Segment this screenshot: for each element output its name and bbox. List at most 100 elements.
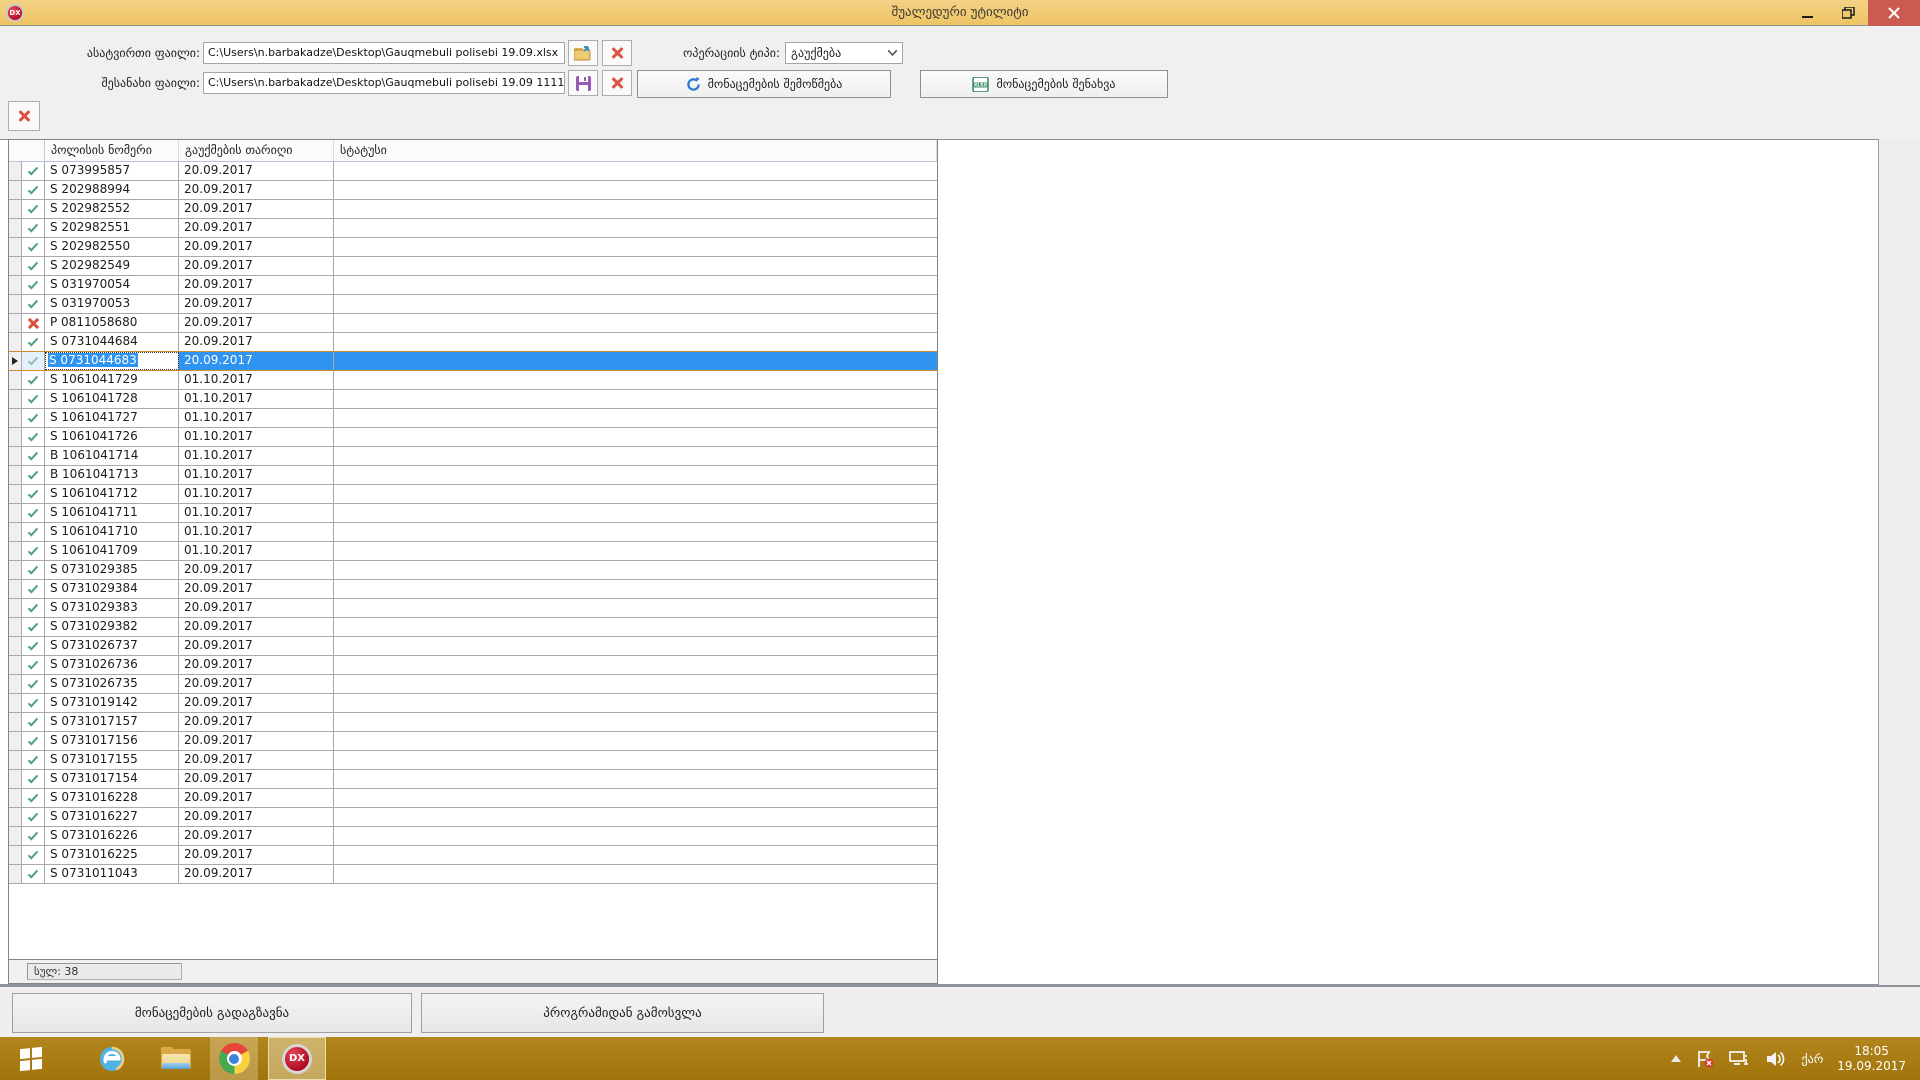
status-cell[interactable] <box>334 200 937 218</box>
policy-number-cell[interactable]: S 202982552 <box>45 200 179 218</box>
status-cell[interactable] <box>334 314 937 332</box>
table-row[interactable]: S 03197005420.09.2017 <box>9 276 937 295</box>
action-center-flag-icon[interactable] <box>1695 1049 1715 1069</box>
status-cell[interactable] <box>334 409 937 427</box>
policy-number-cell[interactable]: S 0731029382 <box>45 618 179 636</box>
status-cell[interactable] <box>334 580 937 598</box>
cancel-date-cell[interactable]: 01.10.2017 <box>179 504 334 522</box>
cancel-date-cell[interactable]: 20.09.2017 <box>179 257 334 275</box>
policy-number-cell[interactable]: S 202982551 <box>45 219 179 237</box>
status-cell[interactable] <box>334 390 937 408</box>
status-cell[interactable] <box>334 295 937 313</box>
status-cell[interactable] <box>334 637 937 655</box>
cancel-date-cell[interactable]: 01.10.2017 <box>179 523 334 541</box>
table-row[interactable]: S 073101104320.09.2017 <box>9 865 937 884</box>
cancel-date-cell[interactable]: 20.09.2017 <box>179 694 334 712</box>
table-row[interactable]: S 106104171001.10.2017 <box>9 523 937 542</box>
policy-number-cell[interactable]: S 1061041711 <box>45 504 179 522</box>
status-cell[interactable] <box>334 599 937 617</box>
status-cell[interactable] <box>334 162 937 180</box>
policy-number-cell[interactable]: S 0731029383 <box>45 599 179 617</box>
cancel-date-cell[interactable]: 01.10.2017 <box>179 409 334 427</box>
status-cell[interactable] <box>334 656 937 674</box>
cancel-date-cell[interactable]: 20.09.2017 <box>179 200 334 218</box>
cancel-date-cell[interactable]: 20.09.2017 <box>179 713 334 731</box>
cancel-date-cell[interactable]: 20.09.2017 <box>179 675 334 693</box>
policy-number-cell[interactable]: S 202982550 <box>45 238 179 256</box>
policy-number-cell[interactable]: S 073995857 <box>45 162 179 180</box>
taskbar-item-chrome[interactable] <box>210 1037 258 1080</box>
table-row[interactable]: S 073101914220.09.2017 <box>9 694 937 713</box>
table-row[interactable]: S 073101715420.09.2017 <box>9 770 937 789</box>
status-cell[interactable] <box>334 694 937 712</box>
exit-program-button[interactable]: პროგრამიდან გამოსვლა <box>421 993 824 1033</box>
cancel-date-cell[interactable]: 20.09.2017 <box>179 580 334 598</box>
table-row[interactable]: S 073104468420.09.2017 <box>9 333 937 352</box>
table-row[interactable]: S 073101715620.09.2017 <box>9 732 937 751</box>
status-cell[interactable] <box>334 827 937 845</box>
policy-number-cell[interactable]: S 0731011043 <box>45 865 179 883</box>
table-row[interactable]: S 106104172701.10.2017 <box>9 409 937 428</box>
policy-number-cell[interactable]: S 031970054 <box>45 276 179 294</box>
cancel-date-cell[interactable]: 20.09.2017 <box>179 618 334 636</box>
status-cell[interactable] <box>334 238 937 256</box>
cancel-date-cell[interactable]: 20.09.2017 <box>179 827 334 845</box>
table-row[interactable]: S 073102938420.09.2017 <box>9 580 937 599</box>
table-row[interactable]: S 073102938320.09.2017 <box>9 599 937 618</box>
table-row[interactable]: S 20298899420.09.2017 <box>9 181 937 200</box>
table-row[interactable]: S 073102938220.09.2017 <box>9 618 937 637</box>
status-cell[interactable] <box>334 808 937 826</box>
cancel-date-cell[interactable]: 20.09.2017 <box>179 561 334 579</box>
status-cell[interactable] <box>334 713 937 731</box>
clear-target-button[interactable] <box>602 70 632 96</box>
status-cell[interactable] <box>334 447 937 465</box>
status-cell[interactable] <box>334 466 937 484</box>
policy-number-editor-selected-text[interactable]: S 0731044683 <box>48 353 138 367</box>
status-cell[interactable] <box>334 181 937 199</box>
status-cell[interactable] <box>334 504 937 522</box>
status-cell[interactable] <box>334 865 937 883</box>
table-row[interactable]: S 20298255120.09.2017 <box>9 219 937 238</box>
table-row[interactable]: S 07399585720.09.2017 <box>9 162 937 181</box>
table-row[interactable]: S 073101622820.09.2017 <box>9 789 937 808</box>
policy-number-cell[interactable]: S 0731016227 <box>45 808 179 826</box>
policy-number-cell[interactable]: S 0731016226 <box>45 827 179 845</box>
policy-number-cell[interactable]: S 0731026736 <box>45 656 179 674</box>
table-row[interactable]: S 073102673520.09.2017 <box>9 675 937 694</box>
policy-number-cell[interactable]: S 202982549 <box>45 257 179 275</box>
status-cell[interactable] <box>334 675 937 693</box>
status-cell[interactable] <box>334 770 937 788</box>
cancel-date-cell[interactable]: 01.10.2017 <box>179 466 334 484</box>
status-cell[interactable] <box>334 846 937 864</box>
status-cell[interactable] <box>334 618 937 636</box>
policy-number-cell[interactable]: B 1061041713 <box>45 466 179 484</box>
start-button[interactable] <box>0 1037 62 1080</box>
table-row[interactable]: S 106104171201.10.2017 <box>9 485 937 504</box>
target-file-input[interactable]: C:\Users\n.barbakadze\Desktop\Gauqmebuli… <box>203 72 565 94</box>
cancel-date-cell[interactable]: 20.09.2017 <box>179 637 334 655</box>
cancel-date-cell[interactable]: 20.09.2017 <box>179 276 334 294</box>
table-row[interactable]: S 106104170901.10.2017 <box>9 542 937 561</box>
status-cell[interactable] <box>334 352 937 370</box>
table-row[interactable]: S 106104172601.10.2017 <box>9 428 937 447</box>
cancel-date-cell[interactable]: 20.09.2017 <box>179 865 334 883</box>
open-file-button[interactable] <box>568 40 598 66</box>
taskbar-item-file-explorer[interactable] <box>150 1037 202 1080</box>
policy-number-cell[interactable]: S 202988994 <box>45 181 179 199</box>
policy-number-cell[interactable]: S 1061041726 <box>45 428 179 446</box>
cancel-date-cell[interactable]: 20.09.2017 <box>179 219 334 237</box>
cancel-date-cell[interactable]: 01.10.2017 <box>179 428 334 446</box>
table-row[interactable]: S 073104468320.09.2017 <box>9 351 937 371</box>
status-cell[interactable] <box>334 561 937 579</box>
status-cell[interactable] <box>334 485 937 503</box>
policy-number-cell[interactable]: S 1061041727 <box>45 409 179 427</box>
cancel-date-cell[interactable]: 20.09.2017 <box>179 656 334 674</box>
table-row[interactable]: S 20298255220.09.2017 <box>9 200 937 219</box>
source-file-input[interactable]: C:\Users\n.barbakadze\Desktop\Gauqmebuli… <box>203 42 565 64</box>
policy-number-cell[interactable]: S 0731017157 <box>45 713 179 731</box>
column-header-status[interactable]: სტატუსი <box>334 140 937 161</box>
cancel-date-cell[interactable]: 20.09.2017 <box>179 333 334 351</box>
language-indicator[interactable]: ქარ <box>1801 1052 1823 1066</box>
network-icon[interactable] <box>1729 1050 1751 1068</box>
policy-number-cell[interactable]: S 0731044684 <box>45 333 179 351</box>
